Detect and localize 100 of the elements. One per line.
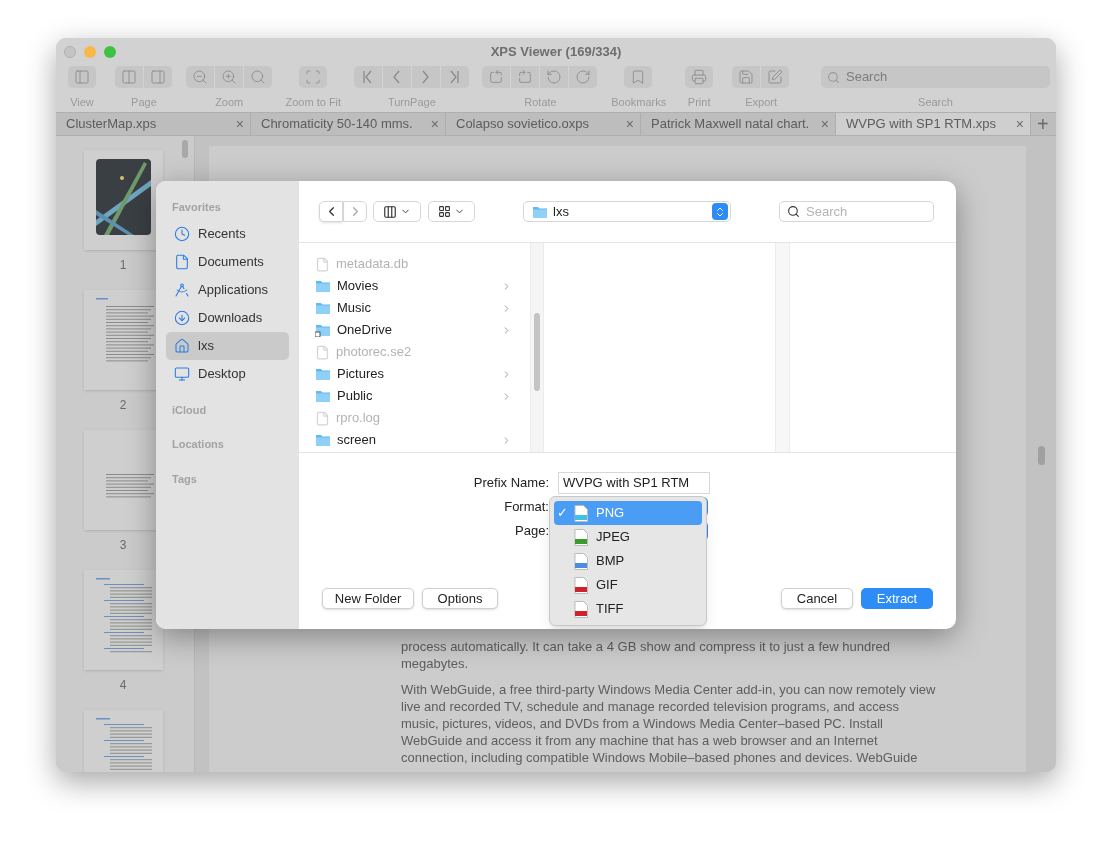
menu-item[interactable]: BMP [554,549,702,573]
scrollbar-thumb[interactable] [534,313,540,391]
toolbar-button[interactable] [298,66,328,88]
minimize-window-button[interactable] [84,46,96,58]
toolbar-label: Search [918,95,953,110]
two-column-icon [120,69,137,85]
zoom-out-icon [191,69,208,85]
toolbar-button[interactable] [114,66,144,88]
page-thumbnail[interactable] [83,570,163,670]
sidebar-item[interactable]: Applications [166,275,289,304]
fit-frame-icon [304,69,321,85]
column-separator[interactable] [776,243,790,452]
toolbar-label: Export [745,95,777,110]
group-button[interactable] [428,201,475,222]
toolbar-button[interactable] [732,66,762,88]
page-number: 3 [119,537,127,554]
close-tab-button[interactable]: × [1015,117,1024,131]
folder-row[interactable]: Movies [315,275,512,297]
sidebar-icon [73,69,90,85]
previous-icon [393,70,401,84]
zoom-window-button[interactable] [104,46,116,58]
folder-icon [315,389,331,403]
folder-row[interactable]: Pictures [315,363,512,385]
page-number: 2 [119,397,127,414]
toolbar-button[interactable] [440,66,470,88]
dialog-button[interactable]: Cancel [781,588,853,609]
menu-item[interactable]: JPEG [554,525,702,549]
home-icon [174,337,190,354]
columns-icon [383,204,397,219]
sidebar-item[interactable]: Documents [166,247,289,276]
toolbar-button[interactable] [684,66,714,88]
page-number: 4 [119,677,127,694]
toolbar-button[interactable] [411,66,441,88]
folder-icon [315,301,331,315]
field-label: Prefix Name: [472,474,549,493]
next-icon [422,70,430,84]
location-popup[interactable]: lxs [523,201,731,222]
stepper-icon [712,203,728,220]
toolbar-label: Print [687,95,711,110]
folder-row[interactable]: Public [315,385,512,407]
sidebar-section-title: Tags [171,471,198,487]
file-icon [315,410,330,426]
toolbar-button[interactable] [143,66,173,88]
folder-icon [315,279,331,293]
clock-icon [174,225,190,242]
dialog-button[interactable]: New Folder [322,588,414,609]
folder-icon [315,433,331,447]
rotate-right-icon [575,69,592,85]
sidebar-item[interactable]: Recents [166,219,289,248]
folder-row[interactable]: OneDrive [315,319,512,341]
document-icon [174,253,190,270]
folder-alias-icon [315,323,331,337]
toolbar-label: Rotate [524,95,557,110]
toolbar-button[interactable] [482,66,512,88]
view-mode-button[interactable] [373,201,421,222]
file-icon [315,344,330,360]
scrollbar-thumb[interactable] [1037,446,1045,465]
dialog-button[interactable]: Options [422,588,498,609]
sidebar-section-title: Locations [171,437,225,452]
folder-row[interactable]: screen [315,429,512,451]
search-icon [827,70,840,84]
menu-item[interactable]: GIF [554,573,702,597]
toolbar-button[interactable] [353,66,383,88]
sidebar-item[interactable]: Desktop [166,359,289,388]
rotate-left-icon [488,69,505,85]
page-number: 1 [119,257,127,274]
toolbar-button[interactable] [761,66,791,88]
prefix-name-field[interactable]: WVPG with SP1 RTM [558,472,710,494]
toolbar-button[interactable] [569,66,599,88]
paragraph: With WebGuide, a free third-party Windows Media Center add-in, you can now remotely view live and recorded TV, schedule and manage recorded television programs, and access music, pictures, videos, and DVDs from a Windows Media Center–based PC. Install WebGuide and access it from any machine that has a web browser and an Internet connection, including compatible Windows Mobile–based phones and devices. WebGuide [401,681,936,766]
sidebar-section-title: Favorites [171,200,222,215]
toolbar-label: Page [131,95,157,110]
sidebar-item[interactable]: lxs [166,331,289,360]
toolbar-button[interactable] [624,66,654,88]
toolbar-button[interactable] [243,66,273,88]
sidebar-item[interactable]: Downloads [166,303,289,332]
window-title: XPS Viewer (169/334) [490,43,622,62]
document-tab[interactable]: WVPG with SP1 RTM.xps × [836,113,1031,135]
back-button[interactable] [319,201,343,222]
menu-item[interactable]: TIFF [554,597,702,621]
grid-icon [438,205,451,218]
scrollbar-thumb[interactable] [182,140,188,158]
rotate-left-icon [546,69,563,85]
toolbar-button[interactable] [67,66,97,88]
magnifier-icon [249,69,266,85]
zoom-in-icon [220,69,237,85]
toolbar-button[interactable] [214,66,244,88]
toolbar-button[interactable] [185,66,215,88]
toolbar-button[interactable] [511,66,541,88]
last-page-icon [450,70,460,84]
display-icon [174,365,190,382]
folder-row[interactable]: Music [315,297,512,319]
forward-button[interactable] [343,201,367,222]
toolbar-button[interactable] [382,66,412,88]
close-window-button[interactable] [64,46,76,58]
field-label: Page: [514,522,549,541]
toolbar-button[interactable] [540,66,570,88]
compass-icon [174,281,190,298]
toolbar-label: TurnPage [387,95,436,110]
right-panel-icon [149,69,166,85]
